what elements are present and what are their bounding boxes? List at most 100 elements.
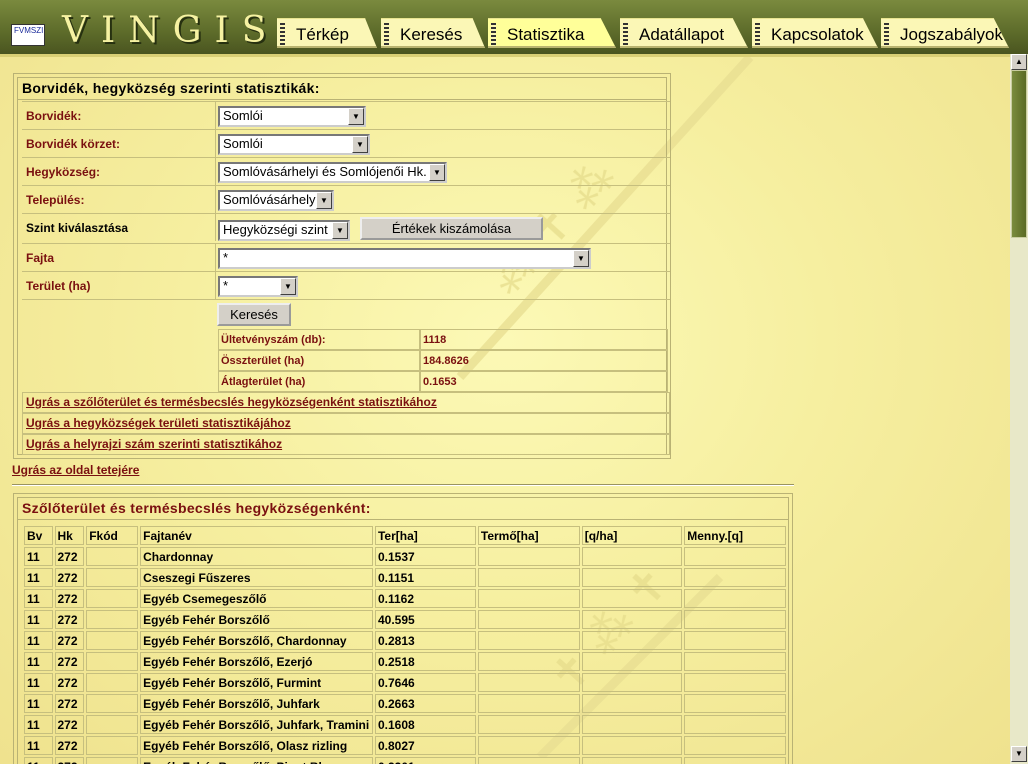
tab-map[interactable]: Térkép xyxy=(277,18,377,48)
scrollbar-thumb[interactable] xyxy=(1011,70,1027,238)
table-cell: 11 xyxy=(24,610,53,629)
chevron-down-icon[interactable]: ▼ xyxy=(352,136,368,153)
table-row: 11 272 Egyéb Fehér Borszőlő 40.595 xyxy=(24,610,786,629)
result-count-label: Ültetvényszám (db): xyxy=(218,329,420,350)
table-cell: Egyéb Fehér Borszőlő, Olasz rizling xyxy=(140,736,373,755)
hegykozseg-label: Hegyközség: xyxy=(26,165,101,179)
table-cell xyxy=(477,610,580,629)
link-vineyard-yield-stats[interactable]: Ugrás a szőlőterület és termésbecslés he… xyxy=(22,392,670,413)
table-cell xyxy=(86,652,139,671)
table-cell xyxy=(581,568,683,587)
table-cell xyxy=(86,568,139,587)
terulet-label: Terület (ha) xyxy=(26,279,91,293)
table-cell xyxy=(477,631,580,650)
chevron-down-icon[interactable]: ▼ xyxy=(429,164,445,181)
table-cell xyxy=(684,547,786,566)
vertical-scrollbar[interactable]: ▲ ▼ xyxy=(1010,54,1028,764)
chevron-down-icon[interactable]: ▼ xyxy=(280,278,296,295)
tab-legislation[interactable]: Jogszabályok xyxy=(881,18,1009,48)
table-cell: 0.3301 xyxy=(374,757,476,764)
table-cell xyxy=(684,568,786,587)
terulet-select[interactable]: * ▼ xyxy=(218,276,298,297)
table-cell xyxy=(581,736,683,755)
fajta-row: Fajta * ▼ xyxy=(22,243,670,271)
hegykozseg-select[interactable]: Somlóvásárhelyi és Somlójenői Hk. ▼ xyxy=(218,162,447,183)
korzet-row: Borvidék körzet: Somlói ▼ xyxy=(22,129,670,157)
scroll-down-icon[interactable]: ▼ xyxy=(1011,746,1027,762)
korzet-label: Borvidék körzet: xyxy=(26,137,121,151)
table-row: 11272 Egyéb Fehér Borszőlő, Pinot Blanc0.… xyxy=(24,757,786,764)
chevron-down-icon[interactable]: ▼ xyxy=(573,250,589,267)
telepules-select[interactable]: Somlóvásárhely ▼ xyxy=(218,190,334,211)
link-parcel-number-stats[interactable]: Ugrás a helyrajzi szám szerinti statiszt… xyxy=(22,434,670,455)
scroll-up-icon[interactable]: ▲ xyxy=(1011,54,1027,70)
table-row: 11 272 Egyéb Csemegeszőlő 0.1162 xyxy=(24,589,786,608)
table-row: 11 272 Cseszegi Fűszeres 0.1151 xyxy=(24,568,786,587)
table-cell: Egyéb Csemegeszőlő xyxy=(140,589,373,608)
telepules-value: Somlóvásárhely xyxy=(223,192,316,207)
back-to-top-link[interactable]: Ugrás az oldal tetejére xyxy=(12,463,139,477)
szint-select[interactable]: Hegyközségi szint ▼ xyxy=(218,220,350,241)
tab-notch-icon xyxy=(384,23,389,46)
logo[interactable]: FVMSZI xyxy=(11,24,45,46)
table-cell xyxy=(684,736,786,755)
yield-panel-inner: Szőlőterület és termésbecslés hegyközség… xyxy=(17,497,789,764)
chevron-down-icon[interactable]: ▼ xyxy=(316,192,332,209)
search-row: Keresés xyxy=(22,299,670,329)
main-content: ⁂ ✝ ⁂ ✝ ⁂ ✝ Borvidék, hegyközség szerint… xyxy=(0,54,1010,764)
korzet-value: Somlói xyxy=(223,136,263,151)
table-cell: Egyéb Fehér Borszőlő, Chardonnay xyxy=(140,631,373,650)
table-cell: 272 xyxy=(54,631,85,650)
table-cell: 11 xyxy=(24,736,53,755)
table-cell xyxy=(86,757,139,764)
table-cell xyxy=(86,610,139,629)
korzet-select[interactable]: Somlói ▼ xyxy=(218,134,370,155)
table-cell xyxy=(477,757,580,764)
row-divider xyxy=(215,130,216,157)
yield-table: Bv Hk Fkód Fajtanév Ter[ha] Termő[ha] [q… xyxy=(22,524,788,764)
tab-statistics-label: Statisztika xyxy=(507,25,585,44)
row-divider xyxy=(215,272,216,299)
tab-statistics[interactable]: Statisztika xyxy=(488,18,616,48)
table-cell: Egyéb Fehér Borszőlő, Ezerjó xyxy=(140,652,373,671)
tab-search[interactable]: Keresés xyxy=(381,18,485,48)
tab-legislation-label: Jogszabályok xyxy=(900,25,1004,44)
tab-data-status[interactable]: Adatállapot xyxy=(620,18,748,48)
tab-contacts[interactable]: Kapcsolatok xyxy=(752,18,878,48)
table-header-row: Bv Hk Fkód Fajtanév Ter[ha] Termő[ha] [q… xyxy=(24,526,786,545)
table-cell xyxy=(581,715,683,734)
tab-notch-icon xyxy=(755,23,760,46)
table-cell: Egyéb Fehér Borszőlő, Juhfark xyxy=(140,694,373,713)
row-divider xyxy=(215,214,216,241)
borvidek-row: Borvidék: Somlói ▼ xyxy=(22,101,670,129)
table-row: 11 272 Egyéb Fehér Borszőlő, Furmint 0.7646 xyxy=(24,673,786,692)
table-cell xyxy=(684,610,786,629)
chevron-down-icon[interactable]: ▼ xyxy=(348,108,364,125)
table-cell: Egyéb Fehér Borszőlő, Juhfark, Tramini xyxy=(140,715,373,734)
table-cell: 272 xyxy=(54,736,85,755)
table-cell xyxy=(86,589,139,608)
szint-label: Szint kiválasztása xyxy=(26,221,129,235)
result-total-value: 184.8626 xyxy=(420,350,668,371)
result-total-label: Összterület (ha) xyxy=(218,350,420,371)
tab-notch-icon xyxy=(280,23,285,46)
result-count-value: 1118 xyxy=(420,329,668,350)
table-cell xyxy=(477,589,580,608)
table-cell: 272 xyxy=(54,589,85,608)
row-divider xyxy=(215,158,216,185)
link-community-area-stats[interactable]: Ugrás a hegyközségek területi statisztik… xyxy=(22,413,670,434)
column-header: Bv xyxy=(24,526,53,545)
calculate-values-button[interactable]: Értékek kiszámolása xyxy=(360,217,543,240)
table-cell xyxy=(684,589,786,608)
table-cell: 0.2518 xyxy=(374,652,476,671)
table-cell: 272 xyxy=(54,652,85,671)
search-button[interactable]: Keresés xyxy=(217,303,291,326)
table-cell xyxy=(86,736,139,755)
chevron-down-icon[interactable]: ▼ xyxy=(332,222,348,239)
borvidek-select[interactable]: Somlói ▼ xyxy=(218,106,366,127)
table-row: 11 272 Egyéb Fehér Borszőlő, Chardonnay 0.2… xyxy=(24,631,786,650)
table-row: 11 272 Egyéb Fehér Borszőlő, Olasz rizling… xyxy=(24,736,786,755)
table-cell: 40.595 xyxy=(374,610,476,629)
table-cell xyxy=(581,610,683,629)
fajta-select[interactable]: * ▼ xyxy=(218,248,591,269)
